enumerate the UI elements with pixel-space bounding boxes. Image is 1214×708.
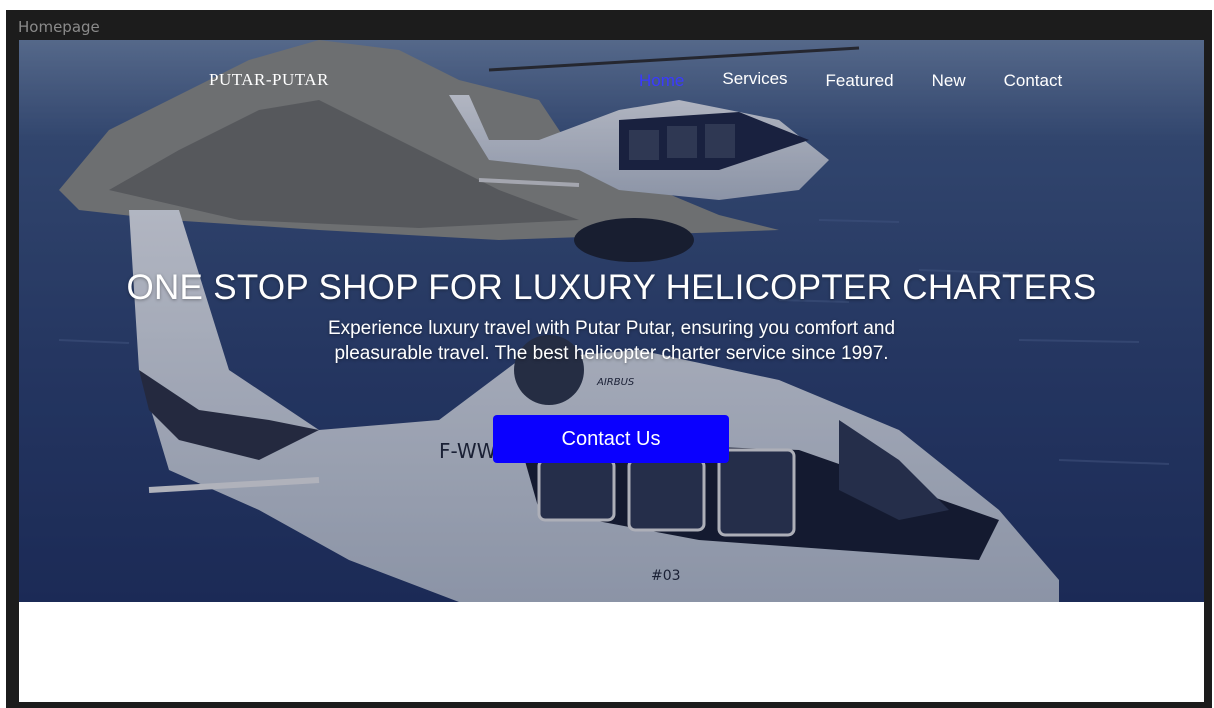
hero-section: F-WWPA AIRBUS #03 PUTAR-PUTAR Home Servi…: [19, 40, 1204, 602]
nav-contact[interactable]: Contact: [1004, 70, 1063, 92]
nav-services[interactable]: Services: [722, 68, 787, 92]
hero-subtitle-line-2: pleasurable travel. The best helicopter …: [334, 343, 889, 364]
brand-logo[interactable]: PUTAR-PUTAR: [209, 70, 329, 90]
design-frame: Homepage F-WWPA AIRBUS #03 PUTAR-PUTAR H…: [6, 10, 1212, 708]
page-canvas: F-WWPA AIRBUS #03 PUTAR-PUTAR Home Servi…: [19, 40, 1204, 702]
nav-featured[interactable]: Featured: [826, 70, 894, 92]
hero-subtitle-line-1: Experience luxury travel with Putar Puta…: [327, 318, 896, 339]
nav-new[interactable]: New: [932, 70, 966, 92]
hero-headline: ONE STOP SHOP FOR LUXURY HELICOPTER CHAR…: [126, 268, 1097, 307]
frame-label: Homepage: [18, 18, 100, 36]
main-nav: Home Services Featured New Contact: [639, 68, 1100, 92]
contact-us-button[interactable]: Contact Us: [493, 415, 729, 463]
nav-home[interactable]: Home: [639, 70, 684, 92]
hero-subtitle: Experience luxury travel with Putar Puta…: [19, 316, 1204, 366]
